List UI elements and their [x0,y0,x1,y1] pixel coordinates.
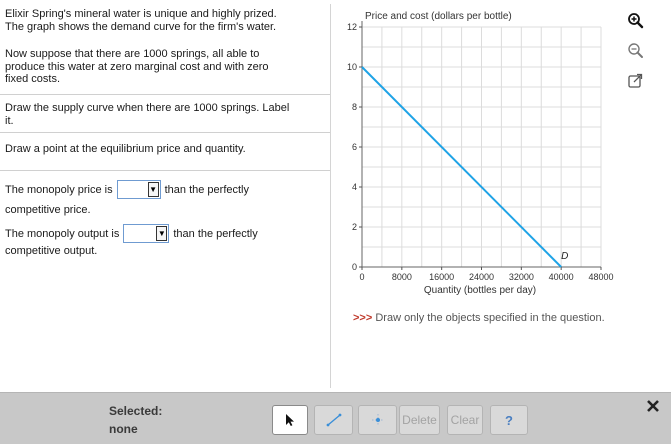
monopoly-output-suffix: than the perfectly [173,227,258,240]
drawing-toolbar: Selected: none Delete Clear ? [0,392,671,444]
intro-text: Elixir Spring's mineral water is unique … [5,8,277,33]
suppose-line-2: produce this water at zero marginal cost… [5,60,269,73]
chevron-down-icon: ▼ [147,182,159,197]
y-tick-label: 6 [352,142,357,152]
divider [0,132,330,133]
point-tool-icon [371,414,384,426]
point-tool-button[interactable] [358,405,397,435]
close-icon[interactable] [643,396,663,416]
delete-button[interactable]: Delete [399,405,440,435]
note-prefix: >>> [353,312,373,324]
x-tick-label: 16000 [429,272,454,282]
selected-value: none [109,422,138,436]
suppose-line-3: fixed costs. [5,73,61,85]
select-tool-button[interactable] [272,405,308,435]
zoom-out-button[interactable] [626,41,645,60]
x-tick-label: 32000 [509,272,534,282]
intro-line-2: The graph shows the demand curve for the… [5,20,277,33]
x-tick-label: 40000 [549,272,574,282]
clear-button[interactable]: Clear [447,405,483,435]
cursor-arrow-icon [286,414,294,426]
zoom-in-button[interactable] [626,11,645,30]
monopoly-price-line-2: competitive price. [5,204,91,216]
line-tool-button[interactable] [314,405,353,435]
x-tick-label: 8000 [392,272,412,282]
monopoly-price-label: The monopoly price is [5,183,113,196]
task-supply-line-1: Draw the supply curve when there are 100… [5,102,290,114]
zoom-in-icon [628,13,644,29]
monopoly-output-label: The monopoly output is [5,227,120,240]
external-link-icon [628,73,643,88]
task-equilibrium-text: Draw a point at the equilibrium price an… [5,143,246,155]
x-tick-label: 48000 [588,272,613,282]
intro-line-1: Elixir Spring's mineral water is unique … [5,8,277,20]
question-panel: Elixir Spring's mineral water is unique … [0,0,330,392]
x-axis-label: Quantity (bottles per day) [424,285,536,296]
monopoly-output-dropdown[interactable]: ▼ [123,224,170,243]
y-tick-label: 8 [352,102,357,112]
x-tick-label: 24000 [469,272,494,282]
panel-divider [330,4,331,388]
task-supply-line-2: it. [5,114,14,127]
monopoly-output-row: The monopoly output is ▼ than the perfec… [5,224,258,243]
x-tick-label: 0 [359,272,364,282]
divider [0,170,330,171]
y-tick-label: 12 [347,22,357,32]
task-supply-text: Draw the supply curve when there are 100… [5,102,289,127]
suppose-line-1: Now suppose that there are 1000 springs,… [5,48,260,60]
instruction-note: >>> Draw only the objects specified in t… [353,312,605,324]
selected-label: Selected: [109,404,163,418]
line-tool-icon [326,413,341,427]
y-tick-label: 2 [352,222,357,232]
demand-graph[interactable]: Price and cost (dollars per bottle) 0 2 4 6… [335,0,625,300]
y-tick-label: 10 [347,62,357,72]
y-tick-label: 4 [352,182,357,192]
monopoly-price-suffix: than the perfectly [164,183,249,196]
divider [0,94,330,95]
monopoly-price-row: The monopoly price is ▼ than the perfect… [5,180,249,199]
chart-ticks: 0 2 4 6 8 10 12 0 8000 16000 24000 32000 40000 48000 [347,22,614,282]
chart-title: Price and cost (dollars per bottle) [365,11,512,22]
suppose-text: Now suppose that there are 1000 springs,… [5,48,269,86]
popout-button[interactable] [626,71,645,90]
y-tick-label: 0 [352,262,357,272]
help-button[interactable]: ? [490,405,528,435]
monopoly-output-line-2: competitive output. [5,245,98,257]
zoom-out-icon [628,43,643,58]
chevron-down-icon: ▼ [156,226,168,241]
demand-curve-label: D [561,251,568,262]
chart-grid [362,26,602,267]
monopoly-price-dropdown[interactable]: ▼ [116,180,161,199]
note-text: Draw only the objects specified in the q… [375,312,605,324]
